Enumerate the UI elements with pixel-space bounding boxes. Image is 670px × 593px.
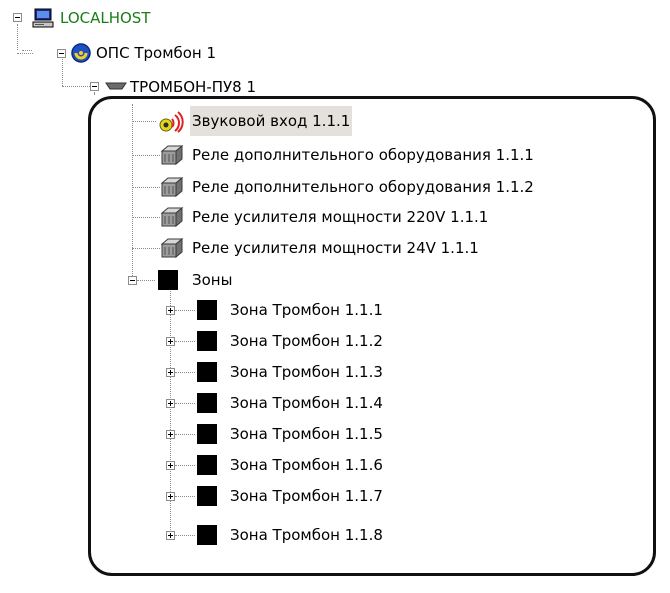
- device-ring-icon: [71, 43, 91, 63]
- node-label: ОПС Тромбон 1: [96, 44, 217, 62]
- node-label: LOCALHOST: [60, 9, 151, 27]
- tree-line: [17, 53, 33, 54]
- computer-icon: [32, 8, 54, 28]
- tree-node-system[interactable]: ОПС Тромбон 1: [0, 38, 320, 68]
- collapse-toggle[interactable]: [57, 49, 66, 58]
- highlight-callout: [88, 96, 656, 576]
- tree-node-localhost[interactable]: LOCALHOST: [0, 3, 300, 33]
- panel-device-icon: [105, 82, 127, 90]
- collapse-toggle[interactable]: [90, 82, 99, 91]
- device-tree[interactable]: LOCALHOST ОПС Тромбон 1 ТРОМБОН-ПУ8 1 Зв…: [0, 0, 670, 593]
- collapse-toggle[interactable]: [13, 13, 22, 22]
